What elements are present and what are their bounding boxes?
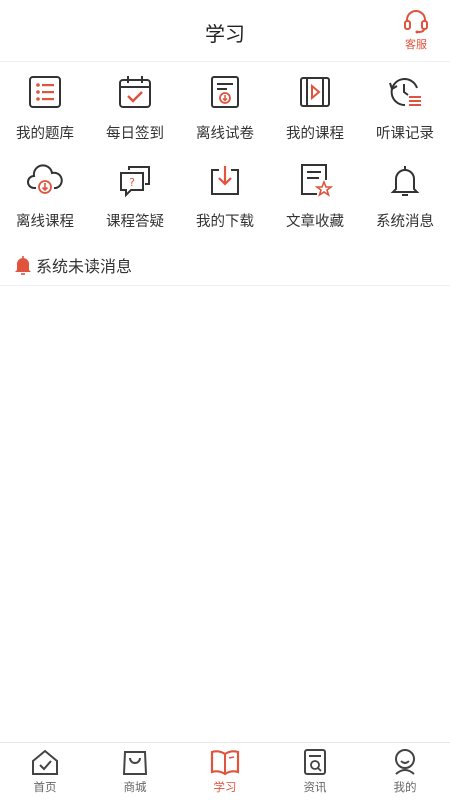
grid-item-daily-checkin[interactable]: 每日签到	[90, 68, 180, 156]
bell-icon	[390, 166, 420, 196]
grid-item-offline-paper[interactable]: 离线试卷	[180, 68, 270, 156]
grid-item-article-favorites[interactable]: 文章收藏	[270, 156, 360, 244]
tab-home[interactable]: 首页	[0, 743, 90, 800]
video-course-icon	[300, 77, 330, 107]
grid-item-listening-history[interactable]: 听课记录	[360, 68, 450, 156]
grid-item-label: 我的课程	[286, 126, 344, 142]
grid-item-label: 我的下载	[196, 214, 254, 230]
book-icon	[210, 750, 240, 776]
grid-item-label: 系统消息	[376, 214, 434, 230]
home-icon	[32, 749, 58, 775]
tab-label: 资讯	[303, 782, 327, 794]
tab-label: 我的	[393, 782, 417, 794]
function-grid: 我的题库 每日签到 离线试卷 我的课程 听课记录 离线课程 ? 课程答疑 我的下…	[0, 68, 450, 244]
grid-item-my-downloads[interactable]: 我的下载	[180, 156, 270, 244]
question-chat-icon: ?	[120, 166, 150, 198]
tab-shop[interactable]: 商城	[90, 743, 180, 800]
grid-item-system-messages[interactable]: 系统消息	[360, 156, 450, 244]
unread-messages-label: 系统未读消息	[36, 258, 133, 276]
svg-text:?: ?	[129, 176, 135, 189]
shop-bag-icon	[122, 751, 148, 775]
grid-item-label: 离线课程	[16, 214, 74, 230]
tab-label: 学习	[213, 782, 237, 794]
offline-paper-icon	[211, 76, 239, 108]
bell-filled-icon	[15, 255, 31, 275]
grid-item-my-courses[interactable]: 我的课程	[270, 68, 360, 156]
bottom-tab-bar: 首页 商城 学习 资讯 我的	[0, 742, 450, 800]
profile-icon	[395, 749, 415, 775]
history-icon	[389, 78, 421, 107]
customer-service-button[interactable]: 客服	[400, 8, 432, 52]
grid-item-label: 离线试卷	[196, 126, 254, 142]
grid-item-question-bank[interactable]: 我的题库	[0, 68, 90, 156]
tab-profile[interactable]: 我的	[360, 743, 450, 800]
grid-item-label: 我的题库	[16, 126, 74, 142]
calendar-check-icon	[119, 76, 151, 108]
customer-service-label: 客服	[405, 39, 427, 51]
article-star-icon	[301, 164, 333, 197]
tab-study[interactable]: 学习	[180, 743, 270, 800]
grid-item-label: 课程答疑	[106, 214, 164, 230]
top-bar: 学习 客服	[0, 0, 450, 62]
unread-messages-row[interactable]: 系统未读消息	[0, 244, 450, 286]
grid-item-label: 文章收藏	[286, 214, 344, 230]
tab-label: 商城	[123, 782, 147, 794]
page-title: 学习	[205, 24, 245, 46]
question-bank-icon	[29, 76, 61, 108]
grid-item-label: 每日签到	[106, 126, 164, 142]
grid-item-offline-courses[interactable]: 离线课程	[0, 156, 90, 244]
tab-label: 首页	[33, 782, 57, 794]
cloud-download-icon	[27, 164, 63, 194]
headset-icon	[404, 10, 428, 34]
download-icon	[211, 166, 239, 195]
grid-item-course-qa[interactable]: ? 课程答疑	[90, 156, 180, 244]
tab-news[interactable]: 资讯	[270, 743, 360, 800]
news-icon	[304, 749, 326, 775]
grid-item-label: 听课记录	[376, 126, 434, 142]
